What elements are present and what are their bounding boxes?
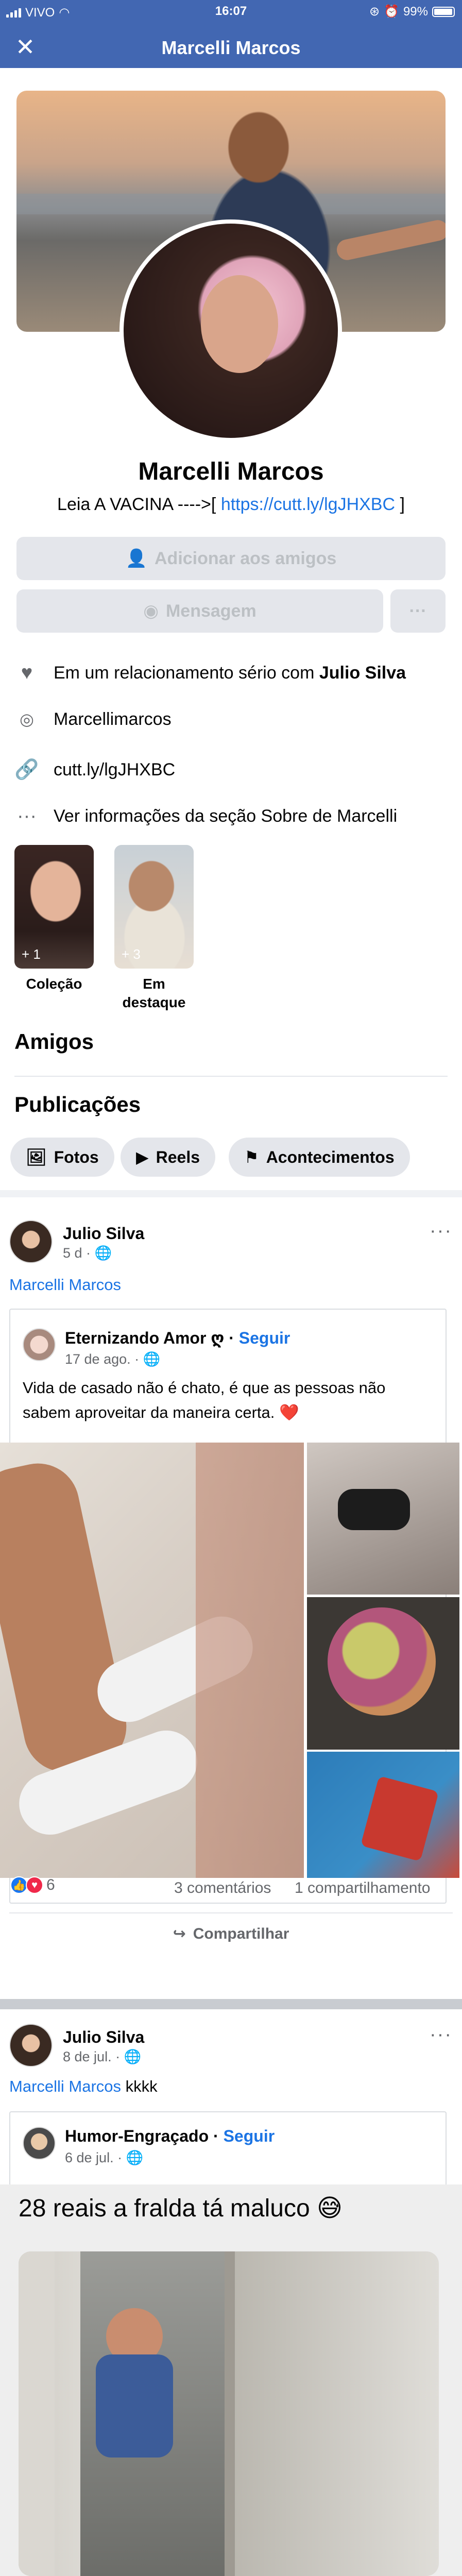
post-header: Julio Silva 5 d · 🌐 ···: [9, 1220, 452, 1266]
reels-icon: ▶: [136, 1148, 149, 1166]
battery-percent: 99%: [403, 4, 428, 19]
add-friend-icon: 👤: [125, 549, 147, 568]
message-button[interactable]: ◉ Mensagem: [16, 589, 383, 633]
highlight-count: + 3: [122, 946, 141, 962]
shared-author-avatar[interactable]: [23, 1328, 56, 1361]
see-about-label: Ver informações da seção Sobre de Marcel…: [54, 806, 398, 826]
filter-label: Acontecimentos: [266, 1147, 395, 1166]
post-separator: [0, 1999, 462, 2009]
shared-author: Eternizando Amor ღ · Seguir: [65, 1329, 290, 1347]
author-name[interactable]: Julio Silva: [63, 1224, 144, 1243]
shares-count[interactable]: 1 compartilhamento: [295, 1879, 430, 1897]
heart-icon: ♥: [21, 662, 33, 684]
top-bar: VIVO ◠ 16:07 ⊛ ⏰ 99% ✕ Marcelli Marcos: [0, 0, 462, 68]
friends-heading[interactable]: Amigos: [14, 1029, 94, 1054]
post-meta: 5 d · 🌐: [63, 1245, 112, 1261]
reaction-summary[interactable]: 👍 ♥ 6: [10, 1876, 55, 1894]
filter-label: Reels: [156, 1147, 200, 1166]
photo-gamepad[interactable]: [307, 1443, 459, 1595]
author-avatar[interactable]: [9, 1220, 53, 1263]
divider: [9, 1912, 453, 1913]
add-friend-button[interactable]: 👤 Adicionar aos amigos: [16, 537, 446, 580]
link-icon: 🔗: [14, 759, 39, 781]
shared-post-header: Eternizando Amor ღ · Seguir 17 de ago. ·…: [23, 1328, 435, 1375]
globe-icon: 🌐: [94, 1245, 112, 1261]
posts-heading: Publicações: [14, 1092, 141, 1116]
partner-name: Julio Silva: [319, 663, 406, 683]
post-meta: 8 de jul. · 🌐: [63, 2049, 142, 2064]
page-title: Marcelli Marcos: [161, 37, 301, 58]
shared-meta: 6 de jul. · 🌐: [65, 2150, 144, 2165]
like-icon: 👍: [10, 1876, 28, 1894]
shared-meta: 17 de ago. · 🌐: [65, 1351, 161, 1367]
profile-name: Marcelli Marcos: [138, 458, 324, 485]
post-text: Marcelli Marcos kkkk: [9, 2077, 158, 2095]
see-about-row[interactable]: ··· Ver informações da seção Sobre de Ma…: [14, 804, 397, 828]
more-label: ···: [409, 601, 427, 621]
photos-icon: 🖼: [26, 1148, 47, 1166]
shared-text: Vida de casado não é chato, é que as pes…: [23, 1379, 386, 1421]
globe-icon: 🌐: [143, 1351, 161, 1367]
shared-post-header: Humor-Engraçado · Seguir 6 de jul. · 🌐: [23, 2127, 435, 2173]
message-label: Mensagem: [165, 601, 256, 621]
photo-gift[interactable]: [307, 1752, 459, 1878]
battery-icon: [432, 6, 455, 17]
shared-photo[interactable]: [19, 2251, 439, 2576]
love-icon: ♥: [26, 1876, 43, 1894]
website-link: cutt.ly/lgJHXBC: [54, 759, 176, 779]
messenger-icon: ◉: [143, 601, 159, 621]
bio-suffix: ]: [395, 495, 405, 514]
more-options-button[interactable]: ···: [390, 589, 446, 633]
bio-link[interactable]: https://cutt.ly/lgJHXBC: [221, 495, 395, 514]
photo-feet[interactable]: [0, 1443, 304, 1878]
post-options-icon[interactable]: ···: [430, 1220, 452, 1242]
profile-bio: Leia A VACINA ---->[ https://cutt.ly/lgJ…: [0, 495, 462, 515]
reaction-count: 6: [46, 1876, 55, 1893]
rotation-lock-icon: ⊛: [369, 5, 380, 19]
highlight-collection[interactable]: + 1 Coleção: [14, 845, 94, 993]
photo-pizza[interactable]: [307, 1597, 459, 1750]
filter-life-events[interactable]: ⚑ Acontecimentos: [229, 1138, 410, 1177]
relationship-row[interactable]: ♥ Em um relacionamento sério com Julio S…: [14, 660, 406, 685]
add-friend-label: Adicionar aos amigos: [155, 548, 337, 568]
filter-photos[interactable]: 🖼 Fotos: [10, 1138, 114, 1177]
profile-avatar[interactable]: [119, 219, 342, 442]
filter-reels[interactable]: ▶ Reels: [121, 1138, 215, 1177]
globe-icon: 🌐: [124, 2049, 142, 2064]
shared-author-avatar[interactable]: [23, 2127, 56, 2160]
bio-text: Leia A VACINA ---->[: [57, 495, 221, 514]
tagged-profile[interactable]: Marcelli Marcos: [9, 2077, 121, 2095]
post-options-icon[interactable]: ···: [430, 2024, 452, 2046]
instagram-row[interactable]: ◎ Marcellimarcos: [14, 707, 172, 732]
shared-author: Humor-Engraçado · Seguir: [65, 2127, 275, 2145]
share-label: Compartilhar: [193, 1925, 289, 1942]
post-header: Julio Silva 8 de jul. · 🌐 ···: [9, 2024, 452, 2070]
highlight-count: + 1: [22, 946, 41, 962]
highlight-featured[interactable]: + 3 Em destaque: [114, 845, 194, 1012]
instagram-handle: Marcellimarcos: [54, 709, 172, 729]
globe-icon: 🌐: [126, 2150, 144, 2165]
divider: [14, 1076, 448, 1077]
author-name[interactable]: Julio Silva: [63, 2028, 144, 2047]
shared-big-text: 28 reais a fralda tá maluco 😅: [19, 2195, 343, 2222]
relationship-text: Em um relacionamento sério com Julio Sil…: [54, 663, 406, 683]
highlight-label: Coleção: [26, 976, 82, 992]
share-icon: ↪: [173, 1925, 186, 1942]
post-target[interactable]: Marcelli Marcos: [9, 1276, 121, 1294]
instagram-icon: ◎: [20, 710, 34, 728]
status-bar: VIVO ◠ 16:07 ⊛ ⏰ 99%: [0, 0, 462, 23]
alarm-icon: ⏰: [384, 5, 399, 19]
follow-link[interactable]: Seguir: [224, 2127, 275, 2145]
more-dots-icon: ···: [17, 805, 37, 827]
highlight-label: Em destaque: [122, 976, 186, 1010]
author-avatar[interactable]: [9, 2024, 53, 2067]
flag-icon: ⚑: [244, 1148, 259, 1166]
share-button[interactable]: ↪ Compartilhar: [0, 1925, 462, 1943]
comments-count[interactable]: 3 comentários: [174, 1879, 271, 1897]
app-bar: ✕ Marcelli Marcos: [0, 26, 462, 68]
follow-link[interactable]: Seguir: [239, 1329, 290, 1347]
section-gap: [0, 1190, 462, 1197]
filter-label: Fotos: [54, 1147, 99, 1166]
website-row[interactable]: 🔗 cutt.ly/lgJHXBC: [14, 757, 175, 782]
